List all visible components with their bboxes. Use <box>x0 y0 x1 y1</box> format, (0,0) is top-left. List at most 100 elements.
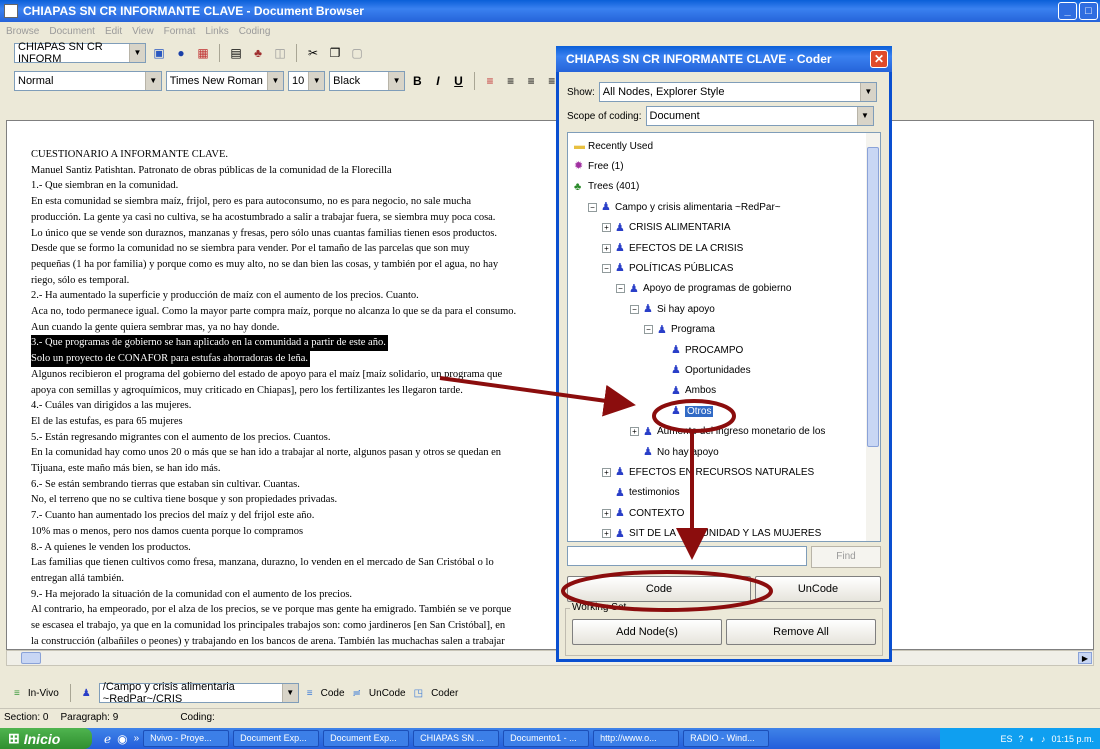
close-button[interactable]: ✕ <box>870 50 888 68</box>
print-icon[interactable]: ▤ <box>227 44 245 62</box>
coder-titlebar[interactable]: CHIAPAS SN CR INFORMANTE CLAVE - Coder ✕ <box>556 46 892 72</box>
document-line[interactable]: El de las estufas, es para 65 mujeres <box>31 414 571 430</box>
menu-links[interactable]: Links <box>205 26 228 37</box>
document-line[interactable]: Aun cuando la gente quiera sembrar mas, … <box>31 320 571 336</box>
chevron-down-icon[interactable]: ▼ <box>144 72 161 90</box>
invivo-button[interactable]: In-Vivo <box>28 688 59 699</box>
menu-view[interactable]: View <box>132 26 154 37</box>
taskbar-task[interactable]: Document Exp... <box>233 730 320 747</box>
copy-icon[interactable]: ❐ <box>326 44 344 62</box>
tree-node[interactable]: ♟ Otros <box>658 402 714 420</box>
document-line[interactable]: CUESTIONARIO A INFORMANTE CLAVE. <box>31 147 571 163</box>
grid-icon[interactable]: ▦ <box>194 44 212 62</box>
document-line[interactable]: Al contrario, ha empeorado, por el alza … <box>31 602 571 618</box>
expand-icon[interactable]: + <box>602 223 611 233</box>
font-select[interactable]: Times New Roman ▼ <box>165 71 284 91</box>
taskbar-task[interactable]: Documento1 - ... <box>503 730 590 747</box>
document-line[interactable]: No, el terreno que no se cultiva tiene b… <box>31 492 571 508</box>
color-select[interactable]: Black ▼ <box>329 71 406 91</box>
scope-select[interactable]: Document ▼ <box>645 106 874 126</box>
tree-node[interactable]: − ♟ POLÍTICAS PÚBLICAS <box>602 259 733 277</box>
document-line[interactable]: 4.- Cuáles van dirigidos a las mujeres. <box>31 398 571 414</box>
document-select[interactable]: CHIAPAS SN CR INFORM ▼ <box>14 41 146 65</box>
document-line[interactable]: Aca no, todo permanece igual. Como la ma… <box>31 304 571 320</box>
taskbar-task[interactable]: CHIAPAS SN ... <box>413 730 500 747</box>
window-titlebar[interactable]: CHIAPAS SN CR INFORMANTE CLAVE - Documen… <box>0 0 1100 22</box>
document-line[interactable]: Solo un proyecto de CONAFOR para estufas… <box>31 351 571 367</box>
quicklaunch-browser-icon[interactable]: ℯ <box>104 732 111 746</box>
align-center-icon[interactable]: ≡ <box>502 72 519 90</box>
tree-node[interactable]: ♟ Oportunidades <box>658 361 751 379</box>
collapse-icon[interactable]: − <box>602 263 611 273</box>
tree-node[interactable]: − ♟ Programa <box>644 321 715 339</box>
tree-node[interactable]: + ♟ CRISIS ALIMENTARIA <box>602 219 731 237</box>
underline-button[interactable]: U <box>450 72 467 90</box>
align-left-icon[interactable]: ≡ <box>482 72 499 90</box>
start-button[interactable]: ⊞ Inicio <box>0 728 92 749</box>
node-path-select[interactable]: /Campo y crisis alimentaria ~RedPar~/CRI… <box>98 681 299 705</box>
tree-node[interactable]: + ♟ CONTEXTO <box>602 504 684 522</box>
tree-node[interactable]: ♣ Trees (401) <box>574 178 639 196</box>
tree-node[interactable]: ♟ No hay apoyo <box>630 443 719 461</box>
tree-node[interactable]: − ♟ Apoyo de programas de gobierno <box>616 280 791 298</box>
horizontal-scrollbar[interactable]: ▶ <box>6 650 1094 666</box>
document-line[interactable]: 2.- Ha aumentado la superficie y producc… <box>31 288 571 304</box>
tree-node[interactable]: ♟ testimonios <box>602 484 680 502</box>
memo-icon[interactable]: ◫ <box>271 44 289 62</box>
find-button[interactable]: Find <box>811 546 881 568</box>
bold-button[interactable]: B <box>409 72 426 90</box>
document-line[interactable]: 3.- Que programas de gobierno se han apl… <box>31 335 571 352</box>
quicklaunch-media-icon[interactable]: ◉ <box>117 732 127 746</box>
expand-icon[interactable]: + <box>602 508 611 518</box>
info-icon[interactable]: ● <box>172 44 190 62</box>
document-editor[interactable]: CUESTIONARIO A INFORMANTE CLAVE. Manuel S… <box>6 120 1094 650</box>
tray-help-icon[interactable]: ? <box>1019 734 1024 744</box>
tree-node[interactable]: ✹ Free (1) <box>574 157 624 175</box>
document-text[interactable]: CUESTIONARIO A INFORMANTE CLAVE. Manuel S… <box>31 147 571 649</box>
italic-button[interactable]: I <box>430 72 447 90</box>
document-line[interactable]: 7.- Cuanto han aumentado los precios del… <box>31 508 571 524</box>
chevron-down-icon[interactable]: ▼ <box>129 44 145 62</box>
menu-format[interactable]: Format <box>164 26 196 37</box>
tray-network-icon[interactable]: ◐ <box>1030 734 1035 744</box>
expand-icon[interactable]: + <box>602 467 611 477</box>
document-line[interactable]: entregan allá también. <box>31 571 571 587</box>
tree-scrollbar[interactable] <box>866 133 880 541</box>
chevron-down-icon[interactable]: ▼ <box>856 107 873 125</box>
tree-node[interactable]: + ♟ SIT DE LA COMUNIDAD Y LAS MUJERES <box>602 525 821 541</box>
scroll-left-arrow[interactable] <box>21 652 41 664</box>
document-line[interactable]: 10% mas o menos, pero nos damos cuenta p… <box>31 524 571 540</box>
tree-node[interactable]: ▬ Recently Used <box>574 137 653 155</box>
show-select[interactable]: All Nodes, Explorer Style ▼ <box>598 82 877 102</box>
document-line[interactable]: Desde que se formo la comunidad no se si… <box>31 241 571 257</box>
tray-language[interactable]: ES <box>1001 734 1013 744</box>
paste-icon[interactable]: ▢ <box>348 44 366 62</box>
document-line[interactable]: Las familias que tienen cultivos como fr… <box>31 555 571 571</box>
uncode-toolbar-button[interactable]: UnCode <box>369 688 406 699</box>
chevron-down-icon[interactable]: ▼ <box>388 72 405 90</box>
collapse-icon[interactable]: − <box>630 304 639 314</box>
menu-document[interactable]: Document <box>49 26 95 37</box>
tree-node[interactable]: ♟ PROCAMPO <box>658 341 743 359</box>
coder-toolbar-button[interactable]: Coder <box>431 688 458 699</box>
document-line[interactable]: 8.- A quienes le venden los productos. <box>31 540 571 556</box>
collapse-icon[interactable]: − <box>616 284 625 294</box>
properties-icon[interactable]: ▣ <box>150 44 168 62</box>
document-line[interactable]: En la comunidad hay como unos 20 o más q… <box>31 445 571 461</box>
code-button[interactable]: Code <box>567 576 751 602</box>
document-line[interactable]: Tijuana, este maño más bien, se han ido … <box>31 461 571 477</box>
tree-node[interactable]: ♟ Ambos <box>658 382 716 400</box>
menu-browse[interactable]: Browse <box>6 26 39 37</box>
collapse-icon[interactable]: − <box>644 325 653 335</box>
tree-node[interactable]: − ♟ Campo y crisis alimentaria ~RedPar~ <box>588 198 781 216</box>
node-tree[interactable]: ▬ Recently Used ✹ Free (1) ♣ Trees (401) − ♟ Cam… <box>567 132 881 542</box>
size-select[interactable]: 10 ▼ <box>287 71 326 91</box>
document-line[interactable]: Lo único que se vende son duraznos, manz… <box>31 226 571 242</box>
style-select[interactable]: Normal ▼ <box>14 71 162 91</box>
document-line[interactable]: pequeñas (1 ha por familia) y porque com… <box>31 257 571 273</box>
align-right-icon[interactable]: ≡ <box>523 72 540 90</box>
menu-coding[interactable]: Coding <box>239 26 271 37</box>
chevron-down-icon[interactable]: ▼ <box>859 83 876 101</box>
tree-node[interactable]: + ♟ EFECTOS EN RECURSOS NATURALES <box>602 463 814 481</box>
document-line[interactable]: 1.- Que siembran en la comunidad. <box>31 178 571 194</box>
